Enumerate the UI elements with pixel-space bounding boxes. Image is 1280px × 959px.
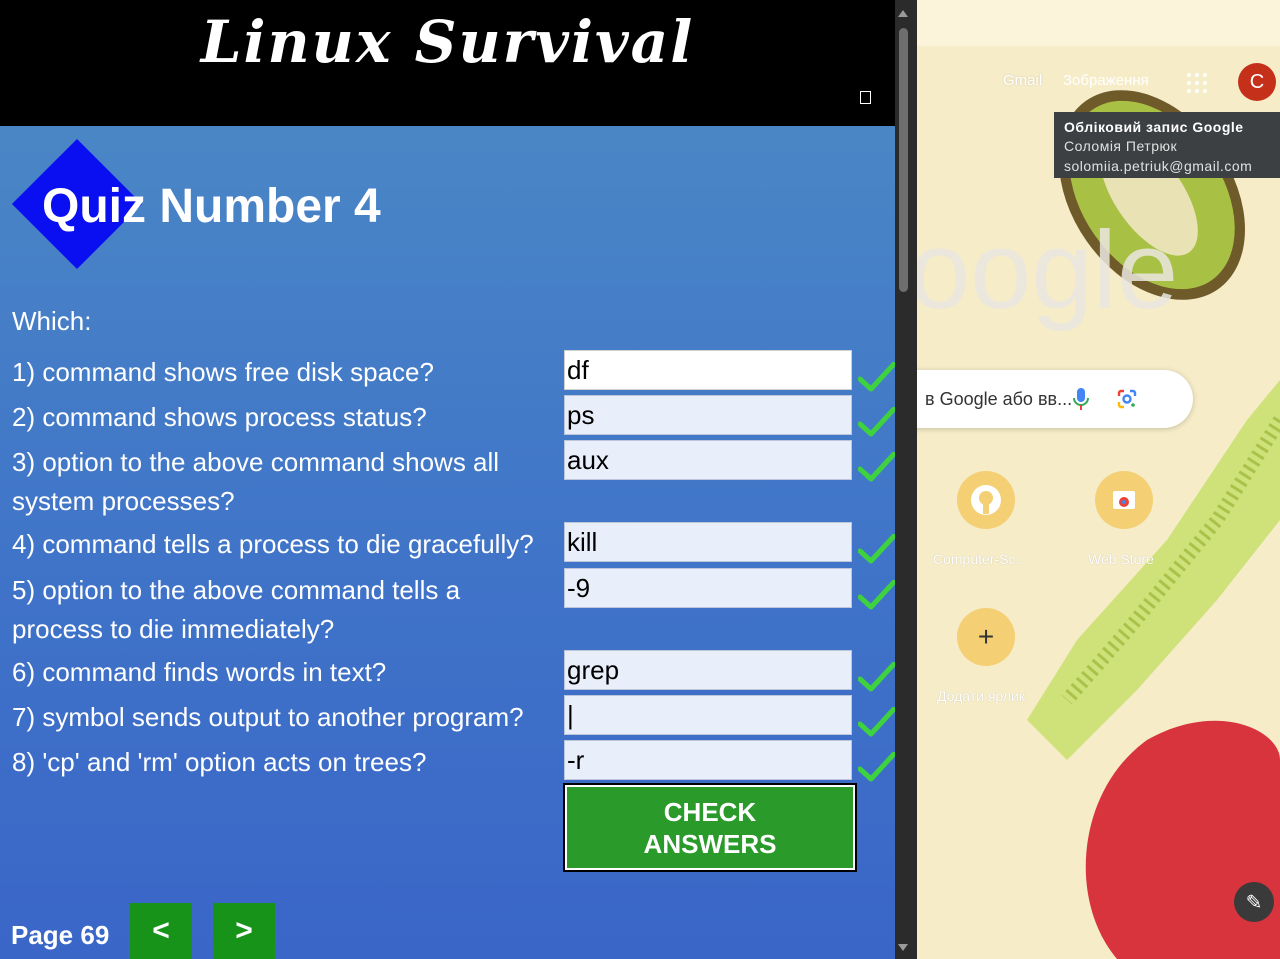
question-6: 6) command finds words in text?: [12, 657, 387, 687]
question-3: 3) option to the above command shows all…: [12, 447, 500, 516]
banner-title: Linux Survival: [200, 8, 695, 76]
correct-check-icon: [858, 662, 895, 692]
github-icon: [971, 485, 1001, 515]
banner: Linux Survival: [0, 0, 895, 126]
scroll-down-arrow-icon[interactable]: [898, 944, 908, 951]
question-8: 8) 'cp' and 'rm' option acts on trees?: [12, 747, 427, 777]
correct-check-icon: [858, 707, 895, 737]
shortcut-label: Web Store: [1088, 551, 1154, 567]
question-5: 5) option to the above command tells a p…: [12, 575, 461, 644]
quiz-intro: Which:: [12, 306, 92, 336]
question-1: 1) command shows free disk space?: [12, 357, 434, 387]
next-page-button[interactable]: >: [213, 903, 275, 959]
scroll-up-arrow-icon[interactable]: [898, 10, 908, 17]
check-answers-label: CHECK ANSWERS: [643, 796, 777, 859]
scrollbar[interactable]: [895, 0, 917, 959]
correct-check-icon: [858, 534, 895, 564]
shortcut-label: Computer-Sc...: [933, 551, 1028, 567]
quiz-page: Linux Survival Quiz Number 4 Which: 1) c…: [0, 0, 895, 959]
tooltip-email: solomiia.petriuk@gmail.com: [1064, 158, 1253, 174]
answer-input-1[interactable]: [564, 350, 852, 390]
answer-input-3[interactable]: [564, 440, 852, 480]
chrome-web-store-icon: [1113, 491, 1135, 509]
microphone-icon[interactable]: [1071, 387, 1091, 411]
google-logo-fragment: oogle: [917, 209, 1178, 332]
scrollbar-thumb[interactable]: [899, 28, 908, 292]
tab-strip: [917, 0, 1280, 46]
answer-input-7[interactable]: [564, 695, 852, 735]
tooltip-name: Соломія Петрюк: [1064, 138, 1178, 154]
customize-pencil-icon[interactable]: ✎: [1234, 882, 1274, 922]
question-7: 7) symbol sends output to another progra…: [12, 702, 524, 732]
banner-square-icon: [860, 91, 871, 104]
images-link[interactable]: Зображення: [1063, 72, 1149, 89]
plus-icon: +: [977, 621, 995, 652]
prev-label: <: [152, 914, 170, 947]
correct-check-icon: [858, 407, 895, 437]
correct-check-icon: [858, 580, 895, 610]
search-placeholder: в Google або вв...: [925, 389, 1073, 409]
browser-new-tab: oogle Gmail Зображення C Обліковий запис…: [917, 0, 1280, 959]
shortcut-computer-science[interactable]: [957, 471, 1015, 529]
apps-grid-icon[interactable]: [1187, 73, 1207, 93]
correct-check-icon: [858, 362, 895, 392]
shortcut-label: Додати ярлик: [937, 688, 1025, 704]
search-box[interactable]: в Google або вв...: [917, 370, 1193, 428]
check-answers-button[interactable]: CHECK ANSWERS: [563, 783, 857, 872]
tooltip-title: Обліковий запис Google: [1064, 119, 1244, 135]
page-number: Page 69: [11, 920, 110, 950]
shortcut-web-store[interactable]: [1095, 471, 1153, 529]
answer-input-8[interactable]: [564, 740, 852, 780]
account-tooltip: Обліковий запис Google Соломія Петрюк so…: [1054, 112, 1280, 178]
add-shortcut-button[interactable]: +: [957, 608, 1015, 666]
gmail-link[interactable]: Gmail: [1003, 72, 1042, 89]
correct-check-icon: [858, 452, 895, 482]
previous-page-button[interactable]: <: [130, 903, 192, 959]
answer-input-4[interactable]: [564, 522, 852, 562]
quiz-title: Quiz Number 4: [42, 180, 381, 233]
question-4: 4) command tells a process to die gracef…: [12, 529, 534, 559]
correct-check-icon: [858, 752, 895, 782]
account-avatar[interactable]: C: [1238, 63, 1276, 101]
question-2: 2) command shows process status?: [12, 402, 427, 432]
google-lens-icon[interactable]: [1116, 388, 1138, 410]
answer-input-2[interactable]: [564, 395, 852, 435]
answer-input-5[interactable]: [564, 568, 852, 608]
next-label: >: [235, 914, 253, 947]
answer-input-6[interactable]: [564, 650, 852, 690]
